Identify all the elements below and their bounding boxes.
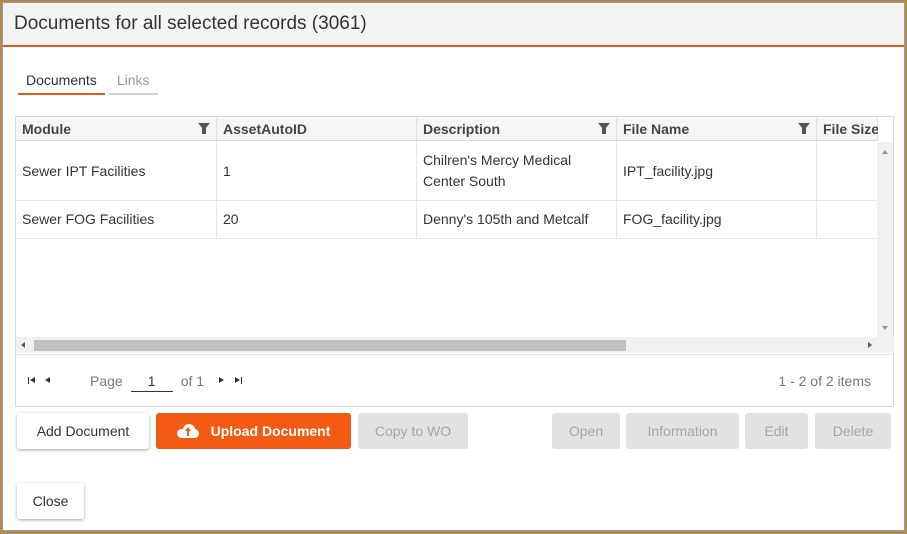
documents-grid: Module AssetAutoID Description File Name… (15, 116, 894, 407)
cell-description: Denny's 105th and Metcalf (417, 201, 617, 238)
page-of-label: of 1 (180, 373, 205, 389)
column-header-label: File Size (823, 121, 878, 137)
scrollbar-thumb[interactable] (34, 340, 626, 351)
documents-dialog: Documents for all selected records (3061… (2, 2, 905, 531)
delete-button[interactable]: Delete (815, 413, 891, 449)
filter-icon[interactable] (198, 123, 210, 134)
column-header-file-name[interactable]: File Name (617, 117, 817, 140)
tab-strip: Documents Links (18, 69, 162, 95)
cloud-upload-icon (176, 424, 199, 438)
cell-file-name: FOG_facility.jpg (617, 201, 817, 238)
previous-page-icon[interactable] (42, 375, 54, 387)
cell-asset-auto-id: 1 (217, 142, 417, 200)
last-page-icon[interactable] (232, 375, 244, 387)
open-button[interactable]: Open (552, 413, 620, 449)
column-header-file-size[interactable]: File Size (817, 117, 878, 140)
dialog-title: Documents for all selected records (3061… (14, 13, 367, 34)
table-row[interactable]: Sewer IPT Facilities 1 Chilren's Mercy M… (16, 142, 878, 201)
tab-links[interactable]: Links (108, 69, 158, 95)
upload-document-label: Upload Document (210, 423, 331, 439)
page-label: Page (90, 373, 123, 389)
cell-file-size (817, 201, 878, 238)
vertical-scrollbar[interactable] (877, 142, 893, 338)
scroll-right-icon[interactable] (868, 342, 872, 348)
add-document-button[interactable]: Add Document (17, 413, 149, 449)
dialog-header: Documents for all selected records (3061… (3, 3, 904, 47)
tab-documents[interactable]: Documents (18, 69, 105, 95)
horizontal-scrollbar[interactable] (16, 337, 894, 353)
table-row[interactable]: Sewer FOG Facilities 20 Denny's 105th an… (16, 201, 878, 239)
column-header-label: File Name (623, 121, 690, 137)
column-header-label: Description (423, 121, 501, 137)
upload-document-button[interactable]: Upload Document (156, 413, 351, 449)
cell-file-size (817, 142, 878, 200)
first-page-icon[interactable] (26, 375, 38, 387)
next-page-icon[interactable] (216, 375, 228, 387)
grid-header: Module AssetAutoID Description File Name… (16, 117, 878, 141)
close-button[interactable]: Close (17, 483, 84, 519)
edit-button[interactable]: Edit (745, 413, 808, 449)
copy-to-wo-button[interactable]: Copy to WO (358, 413, 468, 449)
pager-summary: 1 - 2 of 2 items (778, 373, 871, 389)
grid-body: Sewer IPT Facilities 1 Chilren's Mercy M… (16, 142, 878, 337)
cell-description: Chilren's Mercy Medical Center South (417, 142, 617, 200)
cell-asset-auto-id: 20 (217, 201, 417, 238)
column-header-label: Module (22, 121, 71, 137)
filter-icon[interactable] (598, 123, 610, 134)
cell-module: Sewer FOG Facilities (16, 201, 217, 238)
column-header-module[interactable]: Module (16, 117, 217, 140)
column-header-description[interactable]: Description (417, 117, 617, 140)
information-button[interactable]: Information (626, 413, 739, 449)
column-header-asset-auto-id[interactable]: AssetAutoID (217, 117, 417, 140)
page-number-input[interactable] (130, 370, 173, 392)
grid-pager: Page of 1 1 - 2 of 2 items (16, 354, 893, 407)
cell-file-name: IPT_facility.jpg (617, 142, 817, 200)
scroll-up-icon[interactable] (882, 150, 888, 154)
filter-icon[interactable] (798, 123, 810, 134)
scroll-left-icon[interactable] (21, 342, 25, 348)
scroll-down-icon[interactable] (882, 326, 888, 330)
cell-module: Sewer IPT Facilities (16, 142, 217, 200)
column-header-label: AssetAutoID (223, 121, 308, 137)
